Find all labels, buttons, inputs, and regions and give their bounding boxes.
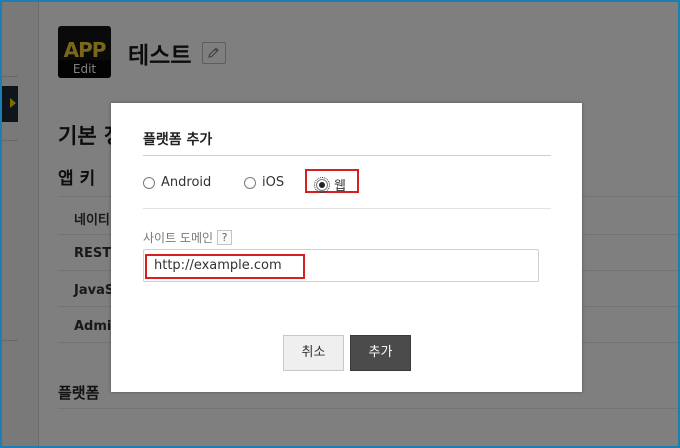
radio-label: iOS bbox=[262, 175, 285, 190]
site-domain-label: 사이트 도메인 ? bbox=[143, 229, 233, 246]
dialog-divider bbox=[143, 208, 551, 209]
add-platform-dialog: 플랫폼 추가 Android iOS 웹 사이트 도메인 ? http://ex… bbox=[111, 103, 582, 392]
domain-value-highlight bbox=[145, 254, 305, 279]
radio-label: Android bbox=[161, 175, 212, 190]
radio-option-web[interactable]: 웹 bbox=[314, 175, 346, 194]
radio-button[interactable] bbox=[143, 176, 155, 189]
dialog-title: 플랫폼 추가 bbox=[143, 132, 213, 148]
radio-button-selected[interactable] bbox=[314, 176, 330, 193]
radio-option-ios[interactable]: iOS bbox=[244, 175, 284, 190]
radio-label: 웹 bbox=[334, 179, 346, 194]
radio-option-android[interactable]: Android bbox=[143, 175, 211, 190]
cancel-button[interactable]: 취소 bbox=[283, 335, 344, 371]
add-button[interactable]: 추가 bbox=[350, 335, 411, 371]
help-icon[interactable]: ? bbox=[217, 230, 233, 245]
radio-button[interactable] bbox=[244, 176, 256, 189]
web-option-highlight: 웹 bbox=[305, 169, 359, 194]
dialog-divider bbox=[143, 155, 551, 156]
site-domain-label-text: 사이트 도메인 bbox=[143, 231, 214, 245]
